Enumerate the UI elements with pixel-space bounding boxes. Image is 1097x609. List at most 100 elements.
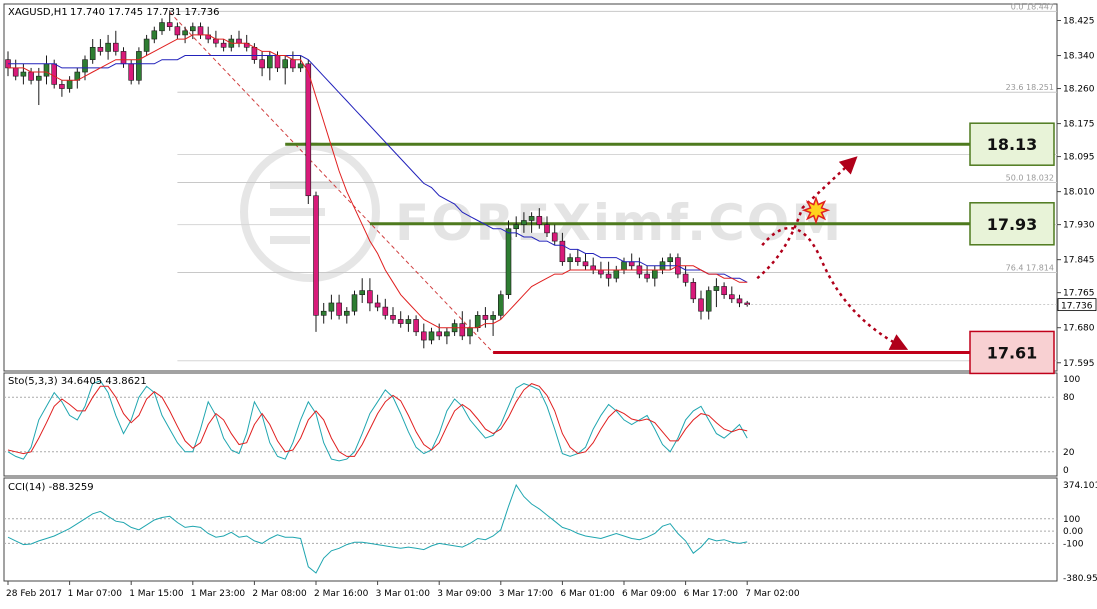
- candle-bull: [528, 216, 535, 221]
- cci-pane: [3, 477, 1058, 582]
- fib-level-label: 76.4 17.814: [1006, 263, 1054, 272]
- price-tick-label: 17.930: [1063, 221, 1095, 231]
- time-tick-label: 1 Mar 23:00: [191, 589, 246, 599]
- candle-bear: [113, 42, 119, 52]
- candle-bull: [182, 30, 188, 36]
- candle-bear: [736, 298, 743, 304]
- candle-bull: [282, 59, 289, 69]
- candle-bear: [59, 84, 65, 89]
- fib-level-label: 0.0 18.447: [1011, 2, 1054, 11]
- candle-bear: [390, 315, 396, 320]
- time-tick-label: 6 Mar 01:00: [560, 589, 615, 599]
- time-tick-label: 2 Mar 16:00: [314, 589, 369, 599]
- stochastic-label: Sto(5,3,3) 34.6405 43.8621: [8, 376, 147, 387]
- candle-bull: [474, 315, 481, 329]
- stochastic-tick-label: 0: [1063, 466, 1069, 476]
- price-tick-label: 17.845: [1063, 256, 1095, 266]
- candle-bear: [374, 302, 381, 308]
- time-tick-label: 3 Mar 01:00: [376, 589, 431, 599]
- candle-bull: [490, 315, 496, 320]
- candle-bear: [544, 224, 550, 234]
- candle-bear: [305, 63, 312, 197]
- time-tick-label: 1 Mar 07:00: [68, 589, 123, 599]
- candle-bear: [28, 71, 34, 81]
- candle-bear: [197, 26, 204, 36]
- price-tick-label: 18.095: [1063, 153, 1095, 163]
- candle-bear: [590, 265, 597, 271]
- candle-bull: [266, 55, 273, 69]
- candle-bear: [166, 22, 173, 27]
- candle-bear: [12, 67, 19, 77]
- candle-bull: [521, 220, 527, 225]
- candle-bull: [513, 224, 520, 230]
- candle-bull: [651, 269, 658, 279]
- candle-bull: [497, 294, 504, 316]
- time-tick-label: 3 Mar 17:00: [499, 589, 554, 599]
- candle-bear: [551, 232, 558, 242]
- candle-bear: [682, 273, 689, 283]
- price-tick-label: 18.260: [1063, 85, 1095, 95]
- time-tick-label: 6 Mar 09:00: [622, 589, 677, 599]
- key-level-label: 17.93: [987, 215, 1038, 234]
- cci-tick-label: 100: [1063, 515, 1080, 525]
- candle-bull: [297, 63, 304, 69]
- candle-bull: [713, 286, 720, 291]
- candle-bear: [97, 46, 104, 52]
- candle-bull: [105, 42, 111, 52]
- fib-level-label: 50.0 18.032: [1006, 174, 1054, 183]
- breakout-burst-icon: [801, 195, 831, 225]
- candle-bull: [320, 310, 327, 316]
- candle-bear: [598, 269, 604, 275]
- price-tick-label: 18.425: [1063, 16, 1095, 26]
- time-tick-label: 7 Mar 02:00: [745, 589, 800, 599]
- candle-bull: [82, 59, 88, 73]
- stochastic-tick-label: 20: [1063, 448, 1075, 458]
- key-level-label: 17.61: [987, 343, 1038, 362]
- candle-bear: [644, 273, 650, 279]
- candle-bull: [667, 257, 674, 263]
- candle-bull: [467, 327, 473, 337]
- chart-svg: FOREXimf.COM 0.0 18.44723.6 18.25150.0 1…: [3, 2, 1097, 599]
- candle-bear: [251, 46, 258, 60]
- candle-bull: [43, 63, 50, 77]
- candle-bear: [397, 319, 404, 324]
- ohlc-header: 17.740 17.745 17.731 17.736: [70, 7, 220, 18]
- cci-tick-label: -380.9541: [1063, 574, 1097, 584]
- candle-bear: [313, 195, 319, 316]
- candle-bear: [582, 261, 589, 267]
- price-tick-label: 17.680: [1063, 324, 1095, 334]
- candle-bear: [459, 323, 466, 337]
- candle-bear: [174, 26, 181, 36]
- candle-bear: [236, 38, 242, 44]
- cci-tick-label: -100: [1063, 539, 1084, 549]
- symbol-header: XAGUSD,H1: [8, 7, 68, 18]
- candle-bull: [136, 51, 142, 81]
- cci-tick-label: 374.1016: [1063, 481, 1097, 491]
- stochastic-tick-label: 80: [1063, 393, 1075, 403]
- price-tick-label: 18.175: [1063, 120, 1095, 130]
- current-price-label: 17.736: [1061, 302, 1093, 312]
- stochastic-pane: [3, 372, 1058, 477]
- candle-bull: [343, 310, 350, 316]
- candle-bear: [690, 282, 697, 300]
- price-tick-label: 17.765: [1063, 289, 1095, 299]
- candle-bear: [728, 294, 735, 300]
- time-tick-label: 1 Mar 15:00: [129, 589, 184, 599]
- candle-bear: [574, 257, 581, 263]
- candle-bull: [505, 228, 512, 296]
- stochastic-tick-label: 100: [1063, 375, 1080, 385]
- candle-bull: [621, 261, 627, 271]
- candle-bear: [420, 331, 427, 341]
- time-tick-label: 2 Mar 08:00: [252, 589, 307, 599]
- time-tick-label: 28 Feb 2017: [6, 589, 62, 599]
- candle-bull: [428, 331, 435, 341]
- candle-bear: [213, 38, 219, 44]
- price-tick-label: 17.595: [1063, 359, 1095, 369]
- candle-bear: [605, 273, 612, 279]
- candle-bear: [220, 42, 227, 48]
- candle-bear: [413, 319, 419, 333]
- candle-bull: [143, 38, 150, 52]
- price-tick-label: 18.010: [1063, 188, 1095, 198]
- candle-bear: [274, 55, 281, 69]
- candle-bull: [20, 71, 27, 77]
